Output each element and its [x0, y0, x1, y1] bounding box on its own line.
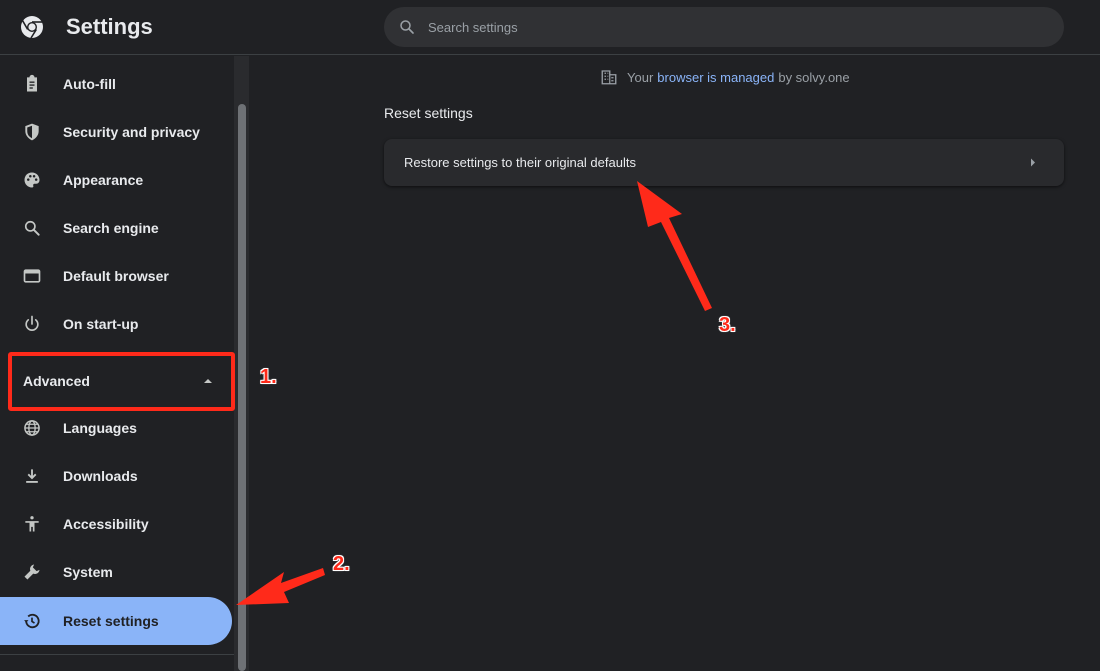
sidebar-item-label: Appearance — [63, 172, 144, 188]
sidebar-item-system[interactable]: System — [0, 549, 232, 595]
restore-icon — [24, 613, 40, 629]
search-bar[interactable] — [384, 7, 1064, 47]
chevron-right-icon — [1031, 158, 1035, 167]
palette-icon — [24, 172, 40, 188]
sidebar-divider — [0, 654, 234, 655]
sidebar-scrollbar-thumb[interactable] — [238, 104, 246, 671]
search-input[interactable] — [428, 7, 1048, 47]
annotation-step-3: 3. — [719, 314, 736, 336]
sidebar-item-autofill[interactable]: Auto-fill — [0, 61, 232, 107]
shield-icon — [25, 123, 39, 141]
sidebar-item-label: Auto-fill — [63, 76, 116, 92]
annotation-arrow-2 — [236, 568, 325, 605]
annotation-step-2: 2. — [333, 553, 350, 575]
annotation-step-1: 1. — [260, 366, 277, 388]
sidebar-item-label: Accessibility — [63, 516, 149, 532]
sidebar-item-label: On start-up — [63, 316, 139, 332]
globe-icon — [24, 420, 40, 436]
sidebar-item-label: Reset settings — [63, 613, 159, 629]
sidebar-item-label: Security and privacy — [63, 124, 200, 140]
annotation-arrow-3 — [637, 181, 712, 311]
sidebar-item-label: Search engine — [63, 220, 159, 236]
top-bar: Settings — [0, 0, 1100, 55]
restore-defaults-row[interactable]: Restore settings to their original defau… — [384, 139, 1064, 186]
sidebar-item-security[interactable]: Security and privacy — [0, 109, 232, 155]
browser-window-icon — [23, 269, 41, 283]
sidebar-item-languages[interactable]: Languages — [0, 405, 232, 451]
power-icon — [25, 315, 39, 331]
sidebar-item-default-browser[interactable]: Default browser — [0, 253, 232, 299]
chrome-logo-icon — [21, 16, 43, 39]
sidebar-item-accessibility[interactable]: Accessibility — [0, 501, 232, 547]
download-icon — [26, 469, 38, 483]
browser-managed-link[interactable]: browser is managed — [657, 70, 774, 85]
managed-prefix: Your — [627, 69, 654, 85]
sidebar-item-label: Default browser — [63, 268, 169, 284]
wrench-icon — [24, 564, 40, 580]
managed-notice: Your browser is managed by solvy.one — [600, 68, 850, 86]
sidebar-item-startup[interactable]: On start-up — [0, 301, 232, 347]
page-title: Settings — [66, 14, 153, 39]
managed-suffix: by solvy.one — [778, 69, 850, 85]
search-icon — [400, 20, 414, 34]
accessibility-icon — [25, 516, 39, 532]
sidebar-item-reset-settings[interactable]: Reset settings — [0, 597, 232, 645]
building-icon — [601, 70, 617, 85]
search-icon — [24, 220, 40, 236]
sidebar-item-search-engine[interactable]: Search engine — [0, 205, 232, 251]
sidebar-item-label: Downloads — [63, 468, 138, 484]
restore-defaults-label: Restore settings to their original defau… — [404, 155, 636, 170]
clipboard-icon — [27, 74, 37, 92]
section-title: Reset settings — [384, 105, 473, 121]
annotation-highlight-box — [8, 352, 235, 411]
sidebar-item-label: Languages — [63, 420, 137, 436]
sidebar-item-appearance[interactable]: Appearance — [0, 157, 232, 203]
sidebar-item-label: System — [63, 564, 113, 580]
sidebar-item-downloads[interactable]: Downloads — [0, 453, 232, 499]
